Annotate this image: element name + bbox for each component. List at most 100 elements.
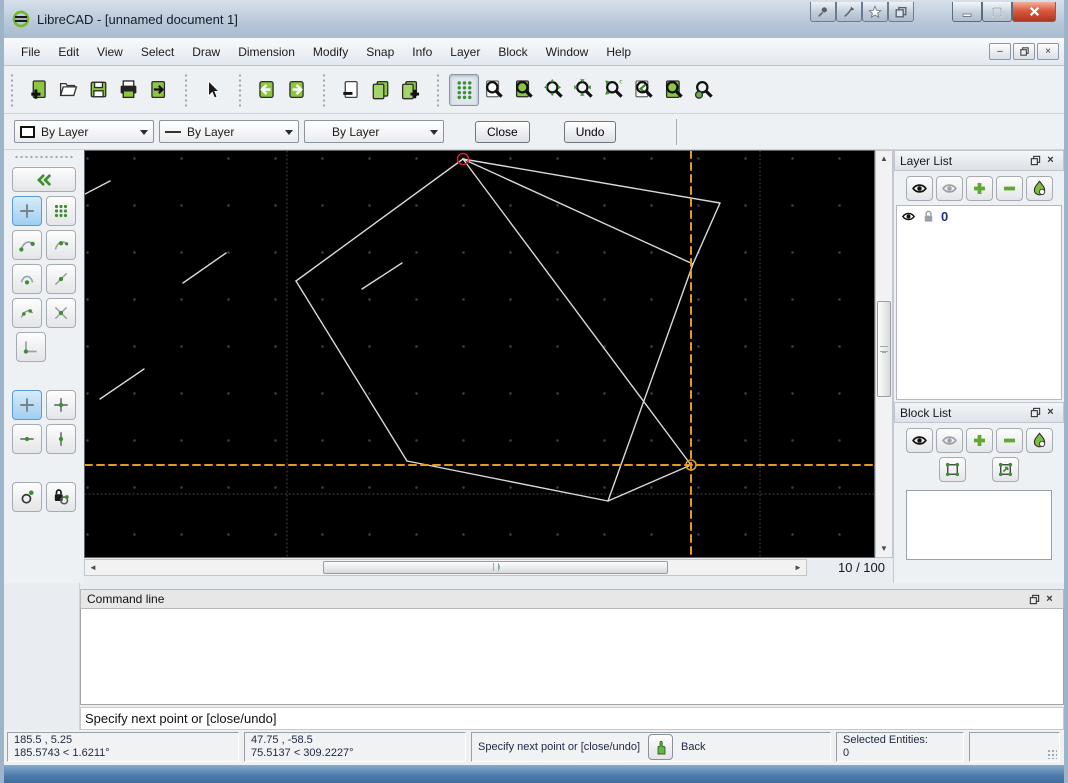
hand-back-button[interactable]	[648, 734, 674, 760]
menu-help[interactable]: Help	[597, 41, 640, 63]
scroll-right-arrow[interactable]: ►	[790, 560, 806, 575]
float-panel-icon[interactable]	[1028, 154, 1043, 168]
remove-block-button[interactable]	[995, 428, 1023, 453]
command-input[interactable]: Specify next point or [close/undo]	[80, 707, 1064, 730]
menu-snap[interactable]: Snap	[357, 41, 403, 63]
set-relative-zero-button[interactable]	[12, 482, 42, 512]
float-panel-icon[interactable]	[1027, 592, 1042, 606]
vertical-scrollbar[interactable]: ▲ ▼	[875, 150, 893, 558]
pen-color-combo[interactable]: By Layer	[14, 120, 154, 143]
menu-file[interactable]: File	[12, 41, 49, 63]
maximize-button[interactable]	[982, 2, 1012, 22]
scroll-up-arrow[interactable]: ▲	[876, 151, 892, 167]
pen-width-combo[interactable]: By Layer	[159, 120, 299, 143]
snap-distance-button[interactable]	[12, 298, 42, 328]
restrict-orthogonal-button[interactable]	[16, 332, 46, 362]
select-pointer-button[interactable]	[197, 74, 227, 106]
close-button[interactable]	[1012, 2, 1056, 22]
horizontal-scrollbar[interactable]: ◄ ►	[84, 558, 807, 576]
remove-layer-button[interactable]	[995, 176, 1023, 201]
save-document-button[interactable]	[83, 74, 113, 106]
paste-button[interactable]	[395, 74, 425, 106]
titlebar[interactable]: LibreCAD - [unnamed document 1]	[4, 0, 1064, 38]
menu-info[interactable]: Info	[403, 41, 441, 63]
redo-button[interactable]	[281, 74, 311, 106]
hide-all-layer-button[interactable]	[935, 176, 963, 201]
toolbar-handle[interactable]	[238, 72, 242, 107]
drawing-canvas[interactable]	[84, 150, 882, 558]
dock-handle[interactable]	[14, 155, 74, 159]
snap-center-button[interactable]	[12, 264, 42, 294]
menu-layer[interactable]: Layer	[441, 41, 489, 63]
menu-window[interactable]: Window	[537, 41, 598, 63]
restrict-orthogonal-cross-button[interactable]	[46, 390, 76, 420]
command-history[interactable]	[80, 609, 1064, 705]
horizontal-scroll-thumb[interactable]	[323, 560, 668, 574]
layer-visible-icon[interactable]	[901, 209, 916, 224]
close-panel-icon[interactable]: ×	[1042, 592, 1057, 606]
menu-modify[interactable]: Modify	[304, 41, 357, 63]
zoom-previous-button[interactable]	[629, 74, 659, 106]
block-list[interactable]	[906, 490, 1052, 560]
print-preview-button[interactable]	[143, 74, 173, 106]
menu-dimension[interactable]: Dimension	[229, 41, 304, 63]
show-all-block-button[interactable]	[905, 428, 933, 453]
lock-relative-zero-button[interactable]	[46, 482, 76, 512]
mdi-restore-button[interactable]	[1013, 43, 1035, 60]
show-all-layer-button[interactable]	[905, 176, 933, 201]
vertical-scroll-thumb[interactable]	[877, 301, 891, 397]
edit-block-button[interactable]	[1025, 428, 1053, 453]
zoom-in-button[interactable]	[539, 74, 569, 106]
minimize-button[interactable]	[952, 2, 982, 22]
copy-button[interactable]	[365, 74, 395, 106]
restrict-horizontal-button[interactable]	[12, 424, 42, 454]
menu-select[interactable]: Select	[132, 41, 183, 63]
toolbar-handle[interactable]	[10, 72, 14, 107]
print-button[interactable]	[113, 74, 143, 106]
menu-view[interactable]: View	[88, 41, 132, 63]
layer-list[interactable]: 0	[896, 205, 1062, 400]
toolbar-handle[interactable]	[322, 72, 326, 107]
snap-grid-button[interactable]	[46, 196, 76, 226]
block-list-titlebar[interactable]: Block List ×	[894, 402, 1064, 423]
add-layer-button[interactable]	[965, 176, 993, 201]
zoom-window-button[interactable]	[509, 74, 539, 106]
scroll-down-arrow[interactable]: ▼	[876, 541, 892, 557]
pen-style-combo[interactable]: By Layer	[304, 120, 444, 143]
cut-button[interactable]	[335, 74, 365, 106]
undo-button[interactable]	[251, 74, 281, 106]
mdi-minimize-button[interactable]: –	[989, 43, 1011, 60]
add-block-button[interactable]	[965, 428, 993, 453]
menu-edit[interactable]: Edit	[49, 41, 88, 63]
toolbar-handle[interactable]	[184, 72, 188, 107]
zoom-view-button[interactable]	[479, 74, 509, 106]
favorite-button[interactable]	[862, 2, 888, 22]
snip-button[interactable]	[836, 2, 862, 22]
snap-free-button[interactable]	[12, 196, 42, 226]
pin-button[interactable]	[810, 2, 836, 22]
snap-endpoint-button[interactable]	[12, 230, 42, 260]
hide-all-block-button[interactable]	[935, 428, 963, 453]
polyline-undo-button[interactable]: Undo	[563, 120, 617, 143]
close-panel-icon[interactable]: ×	[1043, 406, 1058, 420]
menu-draw[interactable]: Draw	[183, 41, 229, 63]
switch-window-button[interactable]	[888, 2, 914, 22]
create-block-block-button[interactable]	[939, 457, 966, 482]
resize-grip[interactable]	[1047, 749, 1057, 759]
restrict-nothing-button[interactable]	[12, 390, 42, 420]
insert-block-block-button[interactable]	[992, 457, 1019, 482]
snap-on-entity-button[interactable]	[46, 230, 76, 260]
snap-middle-button[interactable]	[46, 264, 76, 294]
layer-lock-icon[interactable]	[921, 209, 936, 224]
toolbar-handle[interactable]	[436, 72, 440, 107]
menu-block[interactable]: Block	[489, 41, 536, 63]
zoom-auto-button[interactable]	[599, 74, 629, 106]
layer-list-titlebar[interactable]: Layer List ×	[894, 150, 1064, 171]
scroll-left-arrow[interactable]: ◄	[85, 560, 101, 575]
polyline-close-button[interactable]: Close	[475, 120, 530, 143]
zoom-pan-button[interactable]	[689, 74, 719, 106]
zoom-out-button[interactable]	[569, 74, 599, 106]
grid-toggle-button[interactable]	[449, 73, 479, 106]
snap-intersection-button[interactable]	[46, 298, 76, 328]
edit-layer-button[interactable]	[1025, 176, 1053, 201]
